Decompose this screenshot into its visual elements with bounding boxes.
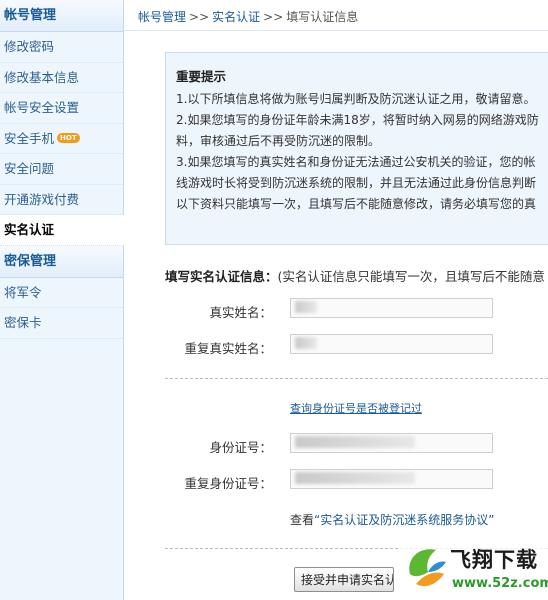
- sidebar-item-label: 密保卡: [4, 315, 42, 330]
- breadcrumb-real-name[interactable]: 实名认证: [212, 10, 260, 24]
- sidebar-item-label: 将军令: [4, 284, 42, 300]
- watermark-logo-icon: [409, 549, 446, 587]
- breadcrumb-separator: >>: [263, 10, 284, 24]
- sidebar-item-label: 安全问题: [4, 161, 55, 176]
- sidebar-item-change-password[interactable]: 修改密码: [0, 32, 123, 63]
- repeat-real-name-label: 重复真实姓名：: [184, 341, 272, 356]
- sidebar-item-label: 开通游戏付费: [4, 191, 80, 207]
- sidebar-item-edit-basic-info[interactable]: 修改基本信息: [0, 63, 123, 93]
- check-id-registered-link[interactable]: 查询身份证号是否被登记过: [290, 400, 422, 416]
- sidebar-item-account-security[interactable]: 帐号安全设置: [0, 93, 123, 124]
- sidebar-item-game-payment[interactable]: 开通游戏付费: [0, 185, 123, 215]
- sidebar-section-security-management[interactable]: 密保管理: [0, 245, 123, 278]
- breadcrumb: 帐号管理 >> 实名认证 >> 填写认证信息: [138, 8, 358, 25]
- real-name-input[interactable]: [290, 298, 493, 318]
- sidebar-item-label: 帐号安全设置: [4, 100, 80, 115]
- blurred-value: [295, 436, 415, 448]
- sidebar-item-label: 实名认证: [4, 222, 55, 237]
- notice-line: 线游戏时长将受到防沉迷系统的限制，并且无法通过此身份信息判断: [176, 176, 537, 190]
- sidebar-item-security-question[interactable]: 安全问题: [0, 154, 123, 185]
- hot-badge: HOT: [57, 132, 80, 143]
- sidebar-item-real-name[interactable]: 实名认证: [0, 215, 131, 246]
- breadcrumb-divider: [124, 30, 548, 31]
- watermark-name: 飞翔下载: [450, 548, 538, 572]
- notice-title: 重要提示: [176, 69, 227, 84]
- breadcrumb-separator: >>: [189, 10, 210, 24]
- blurred-value: [295, 472, 415, 484]
- blurred-value: [295, 337, 317, 349]
- watermark-url: www.52z.com: [452, 576, 548, 591]
- real-name-label: 真实姓名：: [209, 305, 272, 320]
- sidebar: 帐号管理 修改密码 修改基本信息 帐号安全设置 安全手机 HOT 安全问题 开通游…: [0, 0, 131, 600]
- sidebar-item-security-phone[interactable]: 安全手机 HOT: [0, 124, 123, 154]
- agreement-prefix: 查看: [290, 513, 315, 527]
- agreement-text: 查看“实名认证及防沉迷系统服务协议”: [290, 511, 494, 528]
- notice-line: 2.如果您填写的身份证年龄未满18岁，将暂时纳入网易的网络游戏防: [176, 113, 539, 127]
- breadcrumb-account[interactable]: 帐号管理: [138, 10, 186, 24]
- notice-line: 以下资料只能填写一次，且填写后不能随意修改，请务必填写您的真: [176, 197, 537, 211]
- sidebar-item-security-card[interactable]: 密保卡: [0, 308, 123, 339]
- id-number-input[interactable]: [290, 433, 493, 453]
- sidebar-item-label: 修改基本信息: [4, 69, 80, 85]
- id-number-label: 身份证号：: [209, 440, 272, 455]
- sidebar-item-token[interactable]: 将军令: [0, 278, 123, 308]
- notice-box: 重要提示 1.以下所填信息将做为账号归属判断及防沉迷认证之用，敬请留意。 2.如…: [165, 52, 548, 245]
- sidebar-section-account[interactable]: 帐号管理: [0, 0, 123, 32]
- blurred-value: [295, 301, 317, 313]
- repeat-id-number-label: 重复身份证号：: [184, 476, 272, 491]
- form-title-main: 填写实名认证信息：: [165, 269, 278, 284]
- repeat-id-number-input[interactable]: [290, 469, 493, 489]
- accept-submit-button[interactable]: 接受并申请实名认证: [294, 567, 394, 592]
- section-divider: [165, 378, 548, 379]
- notice-line: 3.如果您填写的真实姓名和身份证无法通过公安机关的验证，您的帐: [176, 155, 536, 169]
- agreement-link[interactable]: “实名认证及防沉迷系统服务协议”: [314, 513, 494, 527]
- notice-line: 1.以下所填信息将做为账号归属判断及防沉迷认证之用，敬请留意。: [176, 92, 536, 106]
- watermark: 飞翔下载 www.52z.com: [400, 540, 548, 600]
- notice-line: 料，审核通过后不再受防沉迷的限制。: [176, 134, 381, 148]
- form-title: 填写实名认证信息：(实名认证信息只能填写一次，且填写后不能随意: [165, 266, 545, 285]
- sidebar-item-label: 修改密码: [4, 39, 55, 54]
- form-title-note: (实名认证信息只能填写一次，且填写后不能随意: [277, 269, 545, 284]
- breadcrumb-current: 填写认证信息: [286, 10, 359, 24]
- sidebar-item-label: 安全手机: [4, 130, 55, 146]
- repeat-real-name-input[interactable]: [290, 334, 493, 354]
